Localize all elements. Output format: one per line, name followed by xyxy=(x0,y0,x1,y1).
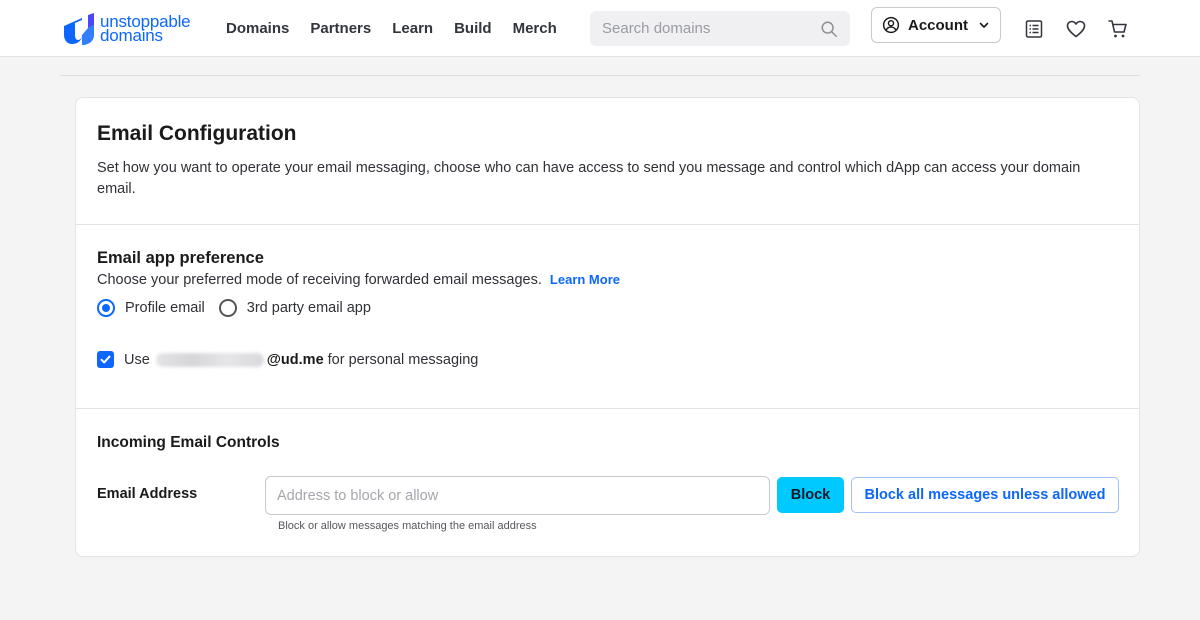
search-input[interactable] xyxy=(602,20,820,37)
personal-messaging-row: Use @ud.me for personal messaging xyxy=(97,351,478,368)
incoming-controls-section: Incoming Email Controls Email Address Bl… xyxy=(76,409,1139,557)
email-config-card: Email Configuration Set how you want to … xyxy=(75,97,1140,557)
incoming-controls-title: Incoming Email Controls xyxy=(97,434,280,451)
app-preference-title: Email app preference xyxy=(97,249,264,267)
block-all-button[interactable]: Block all messages unless allowed xyxy=(851,477,1119,513)
receipt-icon[interactable] xyxy=(1023,18,1045,40)
chevron-down-icon xyxy=(979,22,989,28)
personal-messaging-checkbox[interactable] xyxy=(97,351,114,368)
logo-wordmark: unstoppable domains xyxy=(100,13,191,45)
account-label: Account xyxy=(908,16,968,34)
email-address-helper: Block or allow messages matching the ema… xyxy=(278,520,537,532)
radio-third-party-app-label[interactable]: 3rd party email app xyxy=(247,300,371,316)
nav-domains[interactable]: Domains xyxy=(226,20,289,37)
nav-merch[interactable]: Merch xyxy=(513,20,557,37)
page-description: Set how you want to operate your email m… xyxy=(97,160,1081,197)
learn-more-link[interactable]: Learn More xyxy=(550,272,620,287)
page-title: Email Configuration xyxy=(97,122,297,145)
cart-icon[interactable] xyxy=(1107,18,1129,40)
heart-icon[interactable] xyxy=(1065,18,1087,40)
app-preference-text: Choose your preferred mode of receiving … xyxy=(97,272,542,288)
email-address-label: Email Address xyxy=(97,486,198,502)
block-button[interactable]: Block xyxy=(777,477,844,513)
radio-profile-email[interactable] xyxy=(97,299,115,317)
brand-logo[interactable]: unstoppable domains xyxy=(62,13,191,45)
top-header: unstoppable domains Domains Partners Lea… xyxy=(0,0,1200,57)
radio-third-party-app[interactable] xyxy=(218,299,237,317)
email-address-input[interactable] xyxy=(265,476,770,515)
email-mode-radio-group: Profile email 3rd party email app xyxy=(97,299,385,317)
app-preference-description: Choose your preferred mode of receiving … xyxy=(97,272,620,288)
page-divider xyxy=(60,75,1140,76)
email-config-section: Email Configuration Set how you want to … xyxy=(76,98,1139,225)
personal-messaging-suffix: for personal messaging xyxy=(327,351,479,368)
radio-profile-email-label[interactable]: Profile email xyxy=(125,300,205,316)
personal-messaging-prefix: Use xyxy=(124,351,150,368)
unstoppable-logo-icon xyxy=(64,13,94,45)
search-icon[interactable] xyxy=(820,20,838,38)
main-nav: Domains Partners Learn Build Merch xyxy=(226,0,578,57)
nav-partners[interactable]: Partners xyxy=(310,20,371,37)
app-preference-section: Email app preference Choose your preferr… xyxy=(76,225,1139,409)
nav-learn[interactable]: Learn xyxy=(392,20,433,37)
search-bar xyxy=(590,11,850,46)
account-button[interactable]: Account xyxy=(871,7,1001,43)
personal-messaging-domain: @ud.me xyxy=(266,351,324,368)
logo-line-2: domains xyxy=(100,26,163,45)
user-circle-icon xyxy=(882,16,900,34)
nav-build[interactable]: Build xyxy=(454,20,492,37)
checkmark-icon xyxy=(100,355,111,364)
redacted-username xyxy=(155,352,264,367)
